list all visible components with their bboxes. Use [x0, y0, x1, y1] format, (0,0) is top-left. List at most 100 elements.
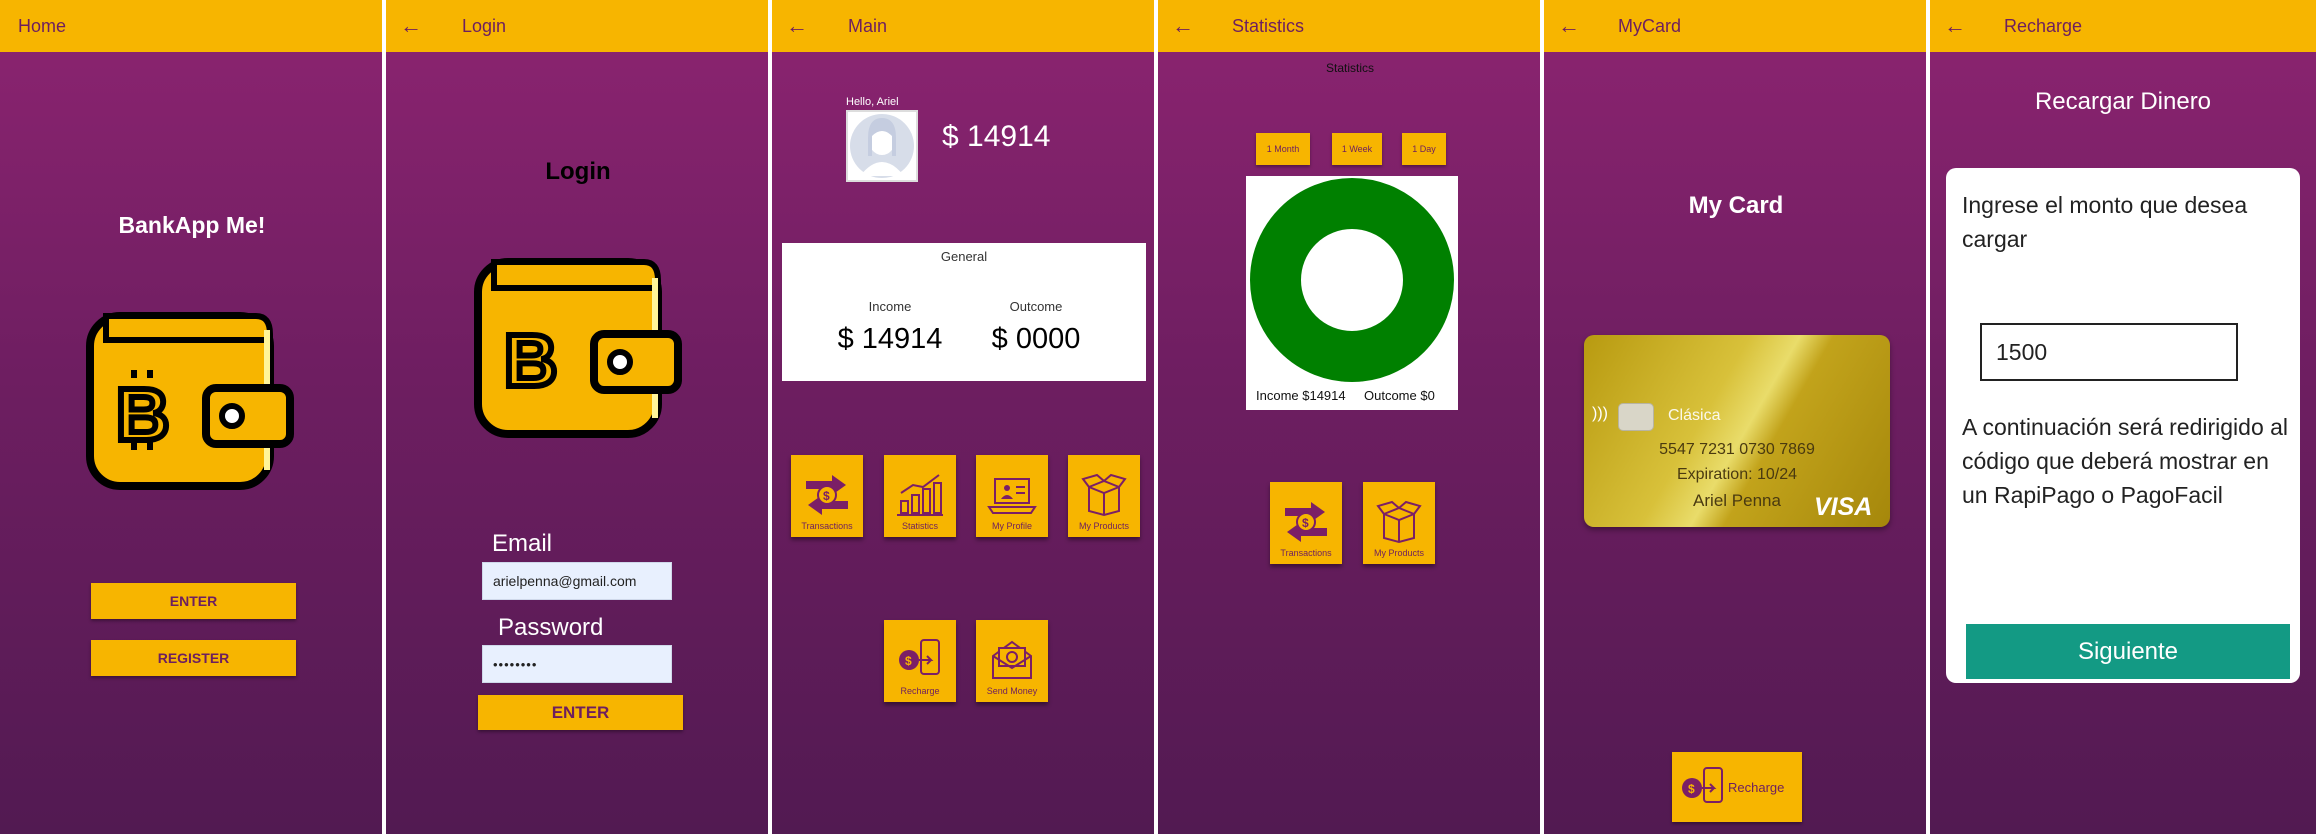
back-arrow-icon[interactable]: ← — [1172, 15, 1206, 37]
svg-text:$: $ — [1302, 516, 1309, 530]
card-type: Clásica — [1668, 407, 1721, 424]
login-heading: Login — [545, 158, 611, 185]
send-money-tile[interactable]: Send Money — [976, 620, 1048, 702]
recharge-tile[interactable]: $ Recharge — [884, 620, 956, 702]
recharge-screen: ← Recharge Recargar Dinero Ingrese el mo… — [1930, 0, 2316, 834]
svg-text:B: B — [504, 319, 557, 402]
app-bar: ← Main — [772, 0, 1154, 52]
amount-prompt: Ingrese el monto que desea cargar — [1962, 192, 2248, 252]
app-bar-title: Login — [462, 15, 507, 36]
tile-label: Transactions — [1280, 548, 1332, 558]
donut-chart: Income $14914 Outcome $0 — [1246, 176, 1458, 410]
greeting-text: Hello, Ariel — [846, 96, 899, 108]
my-products-tile[interactable]: My Products — [1068, 455, 1140, 537]
outcome-value: $ 0000 — [991, 323, 1081, 355]
app-bar: ← Statistics — [1158, 0, 1540, 52]
back-arrow-icon[interactable]: ← — [400, 15, 434, 37]
app-bar-title: Home — [18, 15, 67, 36]
amount-input[interactable]: 1500 — [1980, 323, 2238, 381]
app-bar-title: Main — [848, 15, 888, 36]
income-label: Income — [868, 299, 912, 314]
transactions-tile[interactable]: $ Transactions — [791, 455, 863, 537]
app-bar: ← MyCard — [1544, 0, 1926, 52]
password-field[interactable]: •••••••• — [482, 645, 672, 683]
my-products-tile[interactable]: My Products — [1363, 482, 1435, 564]
income-value: $ 14914 — [837, 323, 943, 355]
register-button[interactable]: REGISTER — [91, 640, 296, 676]
main-screen: ← Main Hello, Ariel $ 14914 General Inco… — [772, 0, 1156, 834]
tile-label: Send Money — [986, 686, 1038, 696]
recharge-heading: Recargar Dinero — [2034, 88, 2212, 115]
general-card: General Income Outcome $ 14914 $ 0000 — [782, 243, 1146, 381]
card-number: 5547 7231 0730 7869 — [1659, 441, 1815, 458]
mycard-heading: My Card — [1688, 192, 1784, 219]
tile-label: Transactions — [801, 521, 853, 531]
svg-text:$: $ — [905, 654, 912, 668]
envelope-money-icon — [992, 640, 1032, 679]
login-screen: ← Login Login B Email arielpenna@gmail.c… — [386, 0, 770, 834]
email-label: Email — [492, 530, 553, 557]
filter-1-week-button[interactable]: 1 Week — [1332, 133, 1382, 165]
profile-laptop-icon — [987, 478, 1037, 514]
tile-label: Recharge — [900, 686, 940, 696]
app-bar-title: Statistics — [1232, 15, 1305, 36]
enter-button[interactable]: ENTER — [91, 583, 296, 619]
app-name: BankApp Me! — [118, 212, 266, 238]
statistics-screen: ← Statistics Statistics 1 Month 1 Week 1… — [1158, 0, 1542, 834]
wallet-icon: B — [474, 252, 684, 447]
statistics-subtitle: Statistics — [1325, 61, 1374, 75]
filter-1-month-button[interactable]: 1 Month — [1256, 133, 1310, 165]
recharge-phone-icon: $ — [899, 639, 940, 675]
filter-1-day-button[interactable]: 1 Day — [1402, 133, 1446, 165]
back-arrow-icon[interactable]: ← — [1944, 15, 1978, 37]
app-bar: ← Recharge — [1930, 0, 2316, 52]
card-expiration: Expiration: 10/24 — [1676, 466, 1798, 483]
box-icon — [1376, 500, 1422, 544]
login-enter-button[interactable]: ENTER — [478, 695, 683, 730]
svg-text:$: $ — [1688, 782, 1695, 796]
redirect-info: A continuación será redirigido al código… — [1962, 414, 2289, 508]
visa-logo: VISA — [1814, 493, 1873, 521]
app-bar: Home — [0, 0, 382, 52]
back-arrow-icon[interactable]: ← — [786, 15, 820, 37]
avatar[interactable] — [846, 110, 918, 182]
password-label: Password — [498, 614, 604, 641]
svg-text:B: B — [116, 373, 169, 456]
user-avatar-icon — [850, 114, 914, 178]
app-bar: ← Login — [386, 0, 768, 52]
recharge-phone-icon: $ — [1682, 767, 1723, 803]
chart-caption-outcome: Outcome $0 — [1364, 388, 1435, 403]
my-profile-tile[interactable]: My Profile — [976, 455, 1048, 537]
box-icon — [1081, 473, 1127, 517]
balance-amount: $ 14914 — [942, 120, 1051, 153]
statistics-icon — [897, 474, 943, 516]
wallet-icon: B — [86, 300, 296, 495]
email-field[interactable]: arielpenna@gmail.com — [482, 562, 672, 600]
home-screen: Home BankApp Me! B ENTER REGISTER — [0, 0, 384, 834]
chart-caption-income: Income $14914 — [1256, 388, 1346, 403]
app-bar-title: Recharge — [2004, 15, 2083, 36]
next-button[interactable]: Siguiente — [1966, 624, 2290, 679]
recharge-card: Ingrese el monto que desea cargar 1500 A… — [1946, 168, 2300, 683]
recharge-button-label: Recharge — [1728, 779, 1785, 795]
app-bar-title: MyCard — [1618, 15, 1682, 36]
donut-chart-svg — [1250, 178, 1454, 382]
chip-icon — [1618, 403, 1654, 431]
back-arrow-icon[interactable]: ← — [1558, 15, 1592, 37]
recharge-button[interactable]: $ Recharge — [1672, 752, 1802, 822]
outcome-label: Outcome — [1009, 299, 1063, 314]
transactions-icon: $ — [806, 475, 848, 515]
tile-label: My Profile — [991, 521, 1032, 531]
tile-label: My Products — [1078, 521, 1129, 531]
general-title: General — [940, 249, 988, 264]
svg-text:$: $ — [823, 489, 830, 503]
tile-label: Statistics — [901, 521, 938, 531]
transactions-icon: $ — [1285, 502, 1327, 542]
transactions-tile[interactable]: $ Transactions — [1270, 482, 1342, 564]
donut-slice-income — [1250, 178, 1454, 382]
credit-card[interactable]: ))) Clásica 5547 7231 0730 7869 Expirati… — [1584, 335, 1890, 527]
contactless-icon: ))) — [1592, 405, 1608, 422]
mycard-screen: ← MyCard My Card ))) Clásica 5547 7231 0… — [1544, 0, 1928, 834]
statistics-tile[interactable]: Statistics — [884, 455, 956, 537]
tile-label: My Products — [1373, 548, 1424, 558]
